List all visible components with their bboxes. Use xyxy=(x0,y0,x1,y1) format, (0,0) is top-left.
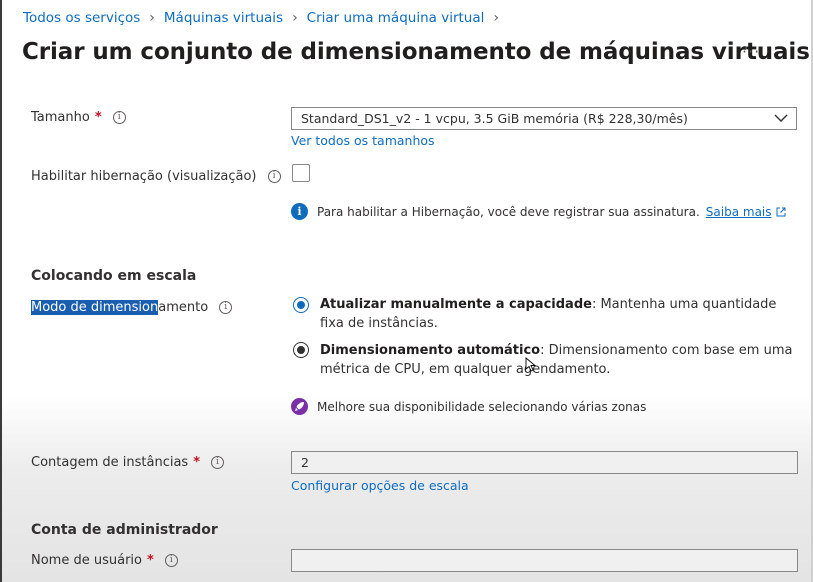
username-label-row: Nome de usuário * i xyxy=(31,553,178,568)
option-manual-title: Atualizar manualmente a capacidade xyxy=(320,297,592,312)
radio-button-selected[interactable] xyxy=(293,297,309,313)
size-select[interactable]: Standard_DS1_v2 - 1 vcpu, 3.5 GiB memóri… xyxy=(291,107,797,130)
configure-scale-link[interactable]: Configurar opções de escala xyxy=(291,478,469,493)
external-link-icon[interactable] xyxy=(776,207,786,217)
required-asterisk: * xyxy=(94,110,102,125)
breadcrumb-create-vm[interactable]: Criar uma máquina virtual xyxy=(307,10,485,26)
info-filled-icon: i xyxy=(291,203,308,220)
instance-count-input[interactable]: 2 xyxy=(291,451,798,474)
scale-mode-label-selected: Modo de dimension xyxy=(31,300,159,315)
size-select-value: Standard_DS1_v2 - 1 vcpu, 3.5 GiB memóri… xyxy=(301,111,688,126)
option-autoscale-title: Dimensionamento automático xyxy=(320,343,541,358)
rocket-icon xyxy=(291,398,308,415)
info-icon[interactable]: i xyxy=(267,170,281,183)
info-icon[interactable]: i xyxy=(211,456,224,469)
see-all-sizes-link[interactable]: Ver todos os tamanhos xyxy=(291,133,435,148)
username-label: Nome de usuário xyxy=(31,553,142,568)
scale-mode-label-row: Modo de dimension amento i xyxy=(31,300,233,315)
admin-section-title: Conta de administrador xyxy=(31,522,218,538)
hibernation-info-message: i Para habilitar a Hibernação, você deve… xyxy=(291,203,786,220)
chevron-right-icon: › xyxy=(292,10,298,26)
hibernation-label: Habilitar hibernação (visualização) xyxy=(31,169,257,184)
radio-autoscale[interactable] xyxy=(293,342,309,358)
more-icon[interactable]: ··· xyxy=(742,42,760,61)
mouse-cursor-icon xyxy=(525,357,537,372)
username-input[interactable] xyxy=(291,549,798,572)
instances-label: Contagem de instâncias xyxy=(31,455,189,470)
chevron-down-icon xyxy=(774,114,788,122)
scale-section-title: Colocando em escala xyxy=(31,268,197,284)
option-autoscale-text[interactable]: Dimensionamento automático: Dimensioname… xyxy=(320,341,798,379)
instances-label-row: Contagem de instâncias * i xyxy=(31,455,224,470)
info-icon[interactable]: i xyxy=(219,301,233,314)
hibernation-checkbox[interactable] xyxy=(292,164,310,182)
breadcrumb-virtual-machines[interactable]: Máquinas virtuais xyxy=(164,10,283,26)
hibernation-info-text: Para habilitar a Hibernação, você deve r… xyxy=(317,204,700,219)
required-asterisk: * xyxy=(193,455,200,470)
radio-manual[interactable] xyxy=(293,297,309,313)
breadcrumb-all-services[interactable]: Todos os serviços xyxy=(23,10,140,26)
page-title: Criar um conjunto de dimensionamento de … xyxy=(22,39,810,65)
instance-count-value: 2 xyxy=(301,455,309,470)
hibernation-label-row: Habilitar hibernação (visualização) i xyxy=(31,169,281,184)
info-icon[interactable]: i xyxy=(164,554,178,567)
chevron-right-icon: › xyxy=(493,10,499,26)
learn-more-link[interactable]: Saiba mais xyxy=(706,205,772,219)
required-asterisk: * xyxy=(146,553,154,568)
scale-mode-label-rest: amento xyxy=(158,300,209,315)
zones-tip: Melhore sua disponibilidade selecionando… xyxy=(291,398,646,415)
zones-tip-text: Melhore sua disponibilidade selecionando… xyxy=(317,399,647,414)
size-label: Tamanho xyxy=(31,110,90,125)
breadcrumb: Todos os serviços › Máquinas virtuais › … xyxy=(23,10,499,26)
chevron-right-icon: › xyxy=(149,10,155,26)
info-icon[interactable]: i xyxy=(112,111,126,124)
window-left-border xyxy=(0,0,2,582)
option-manual-text[interactable]: Atualizar manualmente a capacidade: Mant… xyxy=(320,295,798,333)
radio-button[interactable] xyxy=(293,342,309,358)
size-label-row: Tamanho * i xyxy=(31,110,126,125)
